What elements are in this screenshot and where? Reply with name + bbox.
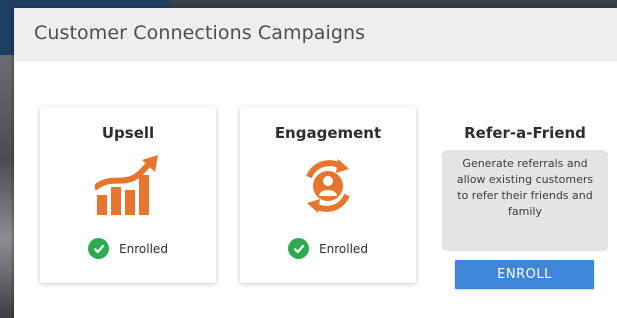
status-row: Enrolled bbox=[240, 238, 416, 259]
panel-header: Customer Connections Campaigns bbox=[14, 8, 617, 61]
panel-title: Customer Connections Campaigns bbox=[34, 22, 366, 44]
enroll-button[interactable]: ENROLL bbox=[455, 260, 594, 289]
check-circle-icon bbox=[88, 238, 110, 259]
campaign-card-engagement[interactable]: Engagement Enrolled bbox=[240, 107, 416, 283]
campaign-title: Engagement bbox=[274, 124, 382, 142]
campaign-card-upsell[interactable]: Upsell Enrolled bbox=[40, 107, 216, 283]
growth-chart-icon bbox=[93, 153, 161, 223]
engagement-cycle-icon bbox=[297, 155, 359, 221]
campaigns-panel: Customer Connections Campaigns Upsell En… bbox=[14, 8, 617, 318]
campaign-title: Refer-a-Friend bbox=[464, 124, 586, 142]
campaign-title: Upsell bbox=[101, 124, 155, 142]
check-circle-icon bbox=[288, 238, 310, 259]
campaign-description: Generate referrals and allow existing cu… bbox=[442, 150, 608, 251]
status-label: Enrolled bbox=[119, 241, 168, 256]
status-label: Enrolled bbox=[319, 241, 368, 256]
status-row: Enrolled bbox=[40, 238, 216, 259]
